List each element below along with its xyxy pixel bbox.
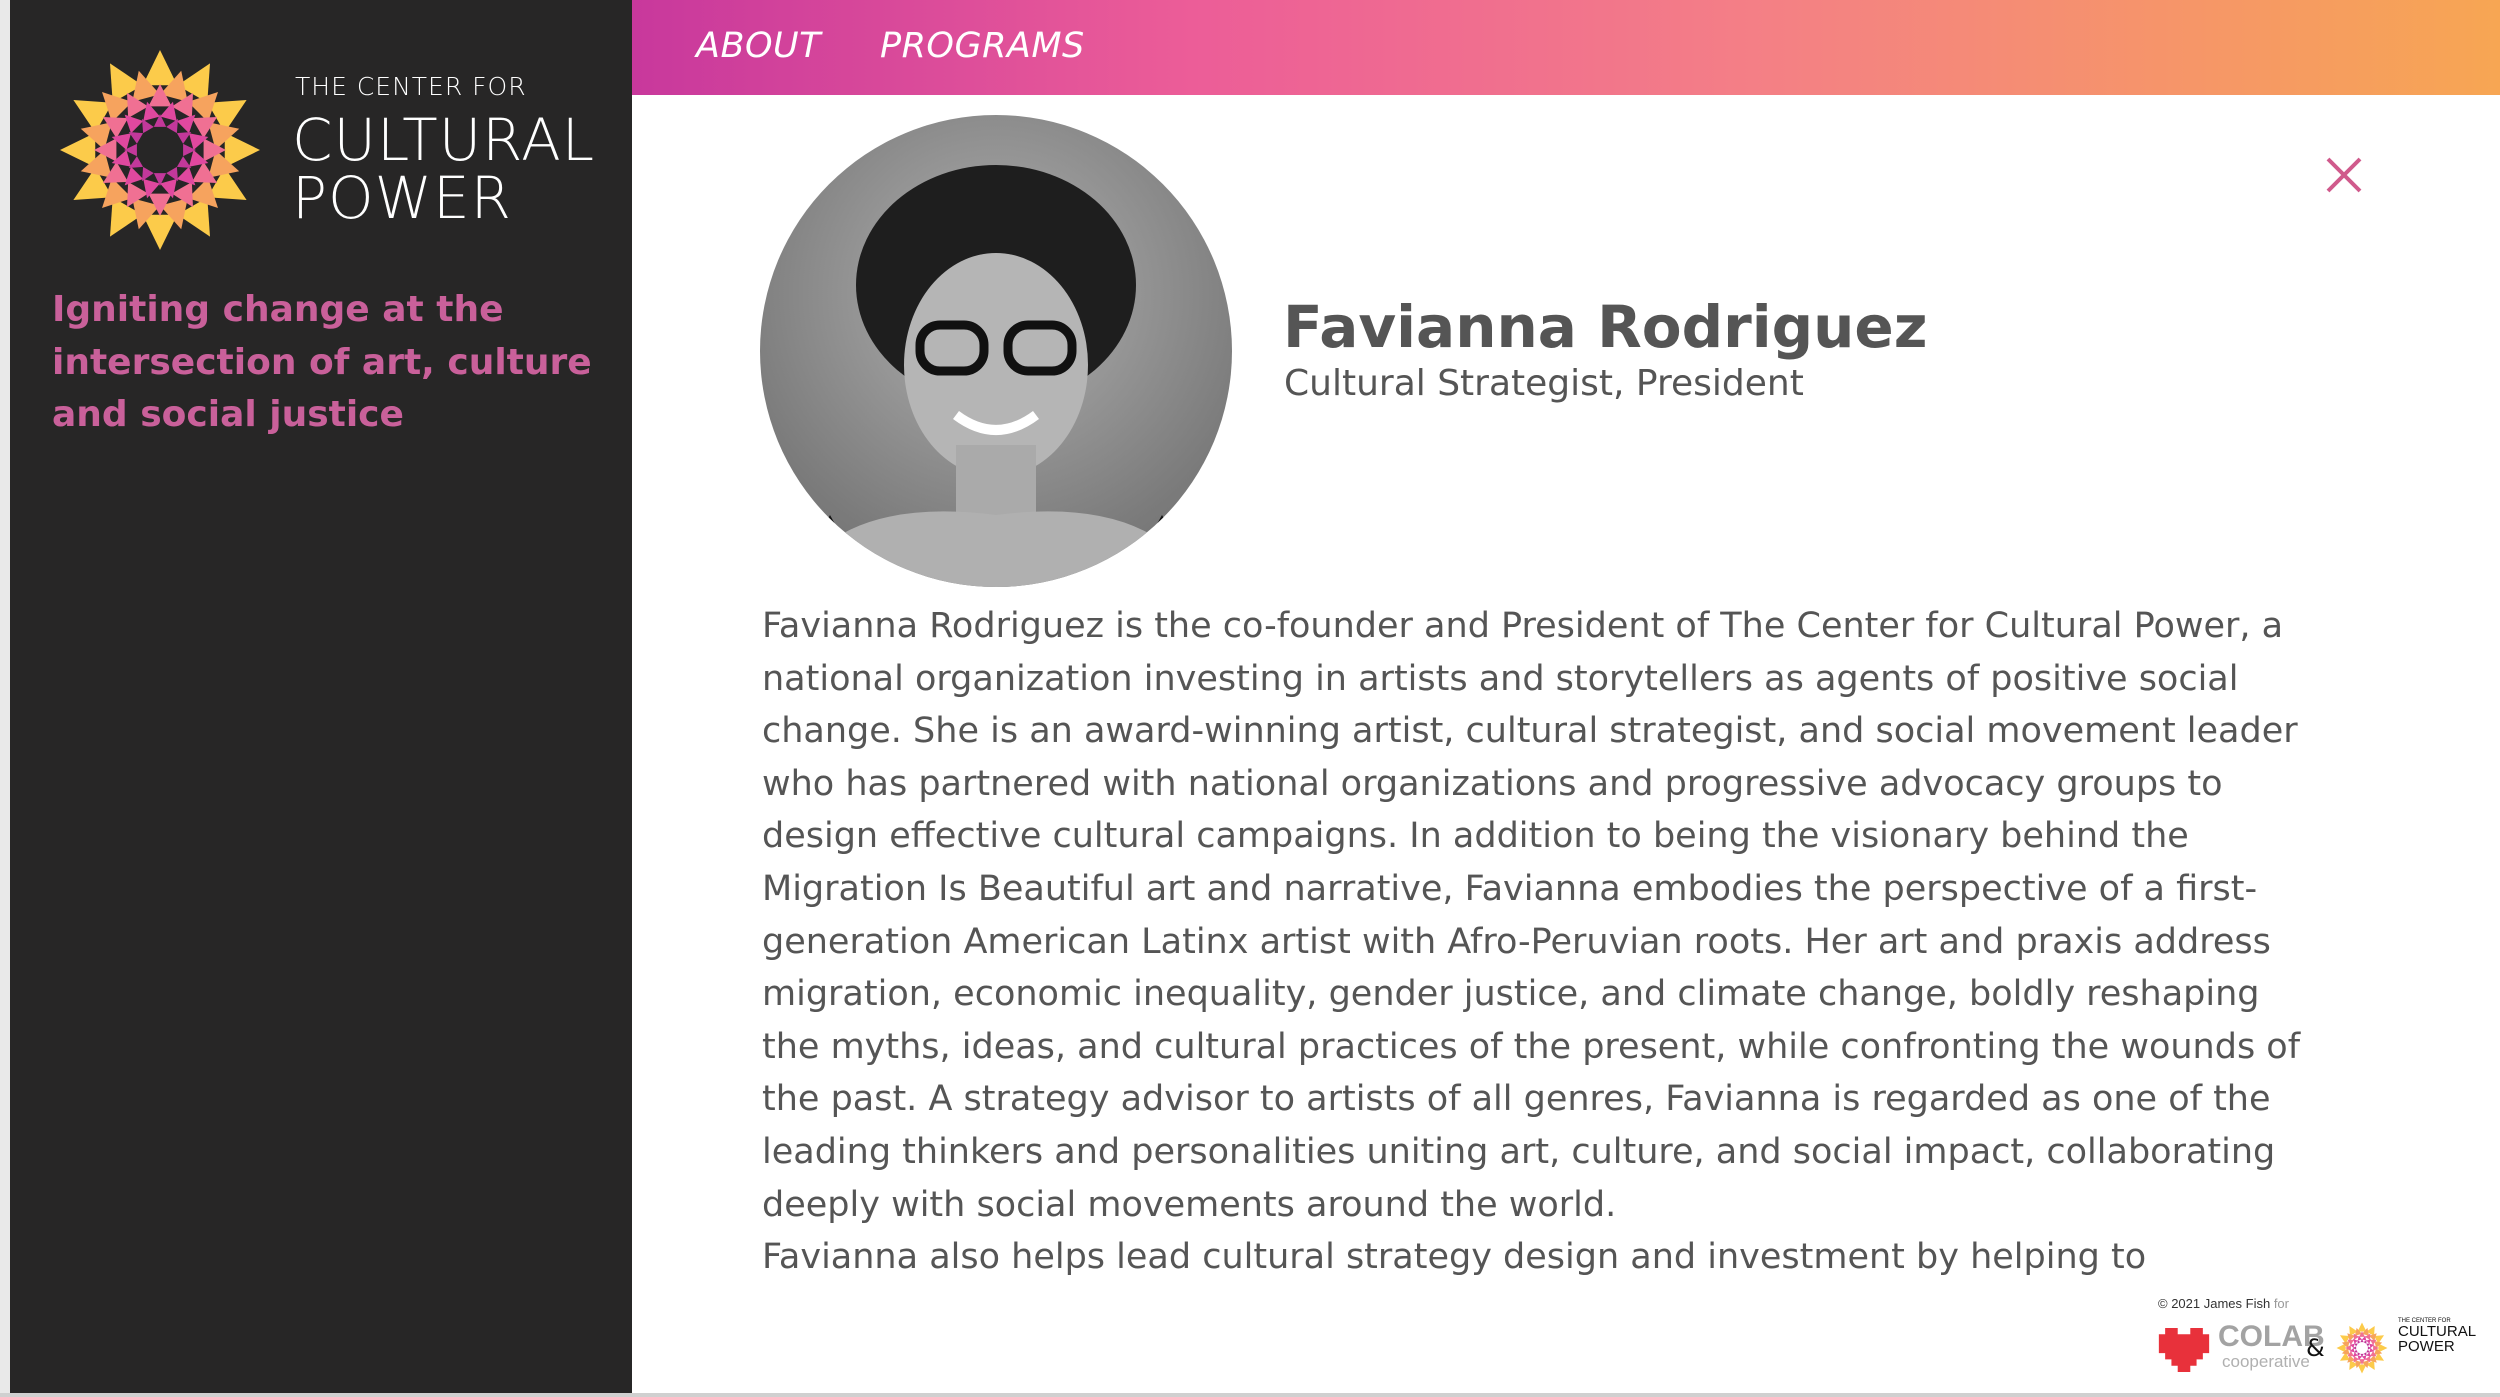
logo-petal (2357, 1322, 2367, 1332)
profile-bio: Favianna Rodriguez is the co-founder and… (762, 600, 2382, 1284)
credit-for: for (2273, 1296, 2289, 1311)
logo-petal (2363, 1352, 2367, 1356)
logo-petal (2336, 1343, 2346, 1353)
bio-line: migration, economic inequality, gender j… (762, 974, 2260, 1015)
bio-line: leading thinkers and personalities uniti… (762, 1131, 2276, 1172)
logo-petal (2366, 1349, 2370, 1353)
credit-copyright: © 2021 James Fish (2158, 1296, 2271, 1311)
logo-petal (142, 166, 154, 182)
mini-brand-3: POWER (2398, 1338, 2455, 1355)
logo-petal (2357, 1364, 2367, 1374)
logo-petal (166, 166, 178, 182)
logo-petal (124, 166, 144, 186)
brand-line-1: THE CENTER FOR (295, 72, 527, 101)
logo-petal (176, 132, 192, 144)
logo-petal (2357, 1352, 2361, 1356)
mini-brand-2: CULTURAL (2398, 1323, 2477, 1340)
logo-petal (2366, 1343, 2370, 1347)
bio-paragraph-2: Favianna also helps lead cultural strate… (762, 1237, 2147, 1278)
window-edge (0, 0, 10, 1397)
footer-credit[interactable]: © 2021 James Fish for COLAB cooperative … (2118, 1290, 2490, 1374)
logo-petal (2353, 1352, 2358, 1357)
logo-petal (2366, 1352, 2371, 1357)
logo-petal (2363, 1340, 2367, 1344)
profile-role: Cultural Strategist, President (1284, 363, 1804, 404)
logo-petal (224, 132, 260, 168)
logo-petal (60, 132, 96, 168)
nav-about[interactable]: ABOUT (696, 26, 821, 66)
bio-line: Favianna Rodriguez is the co-founder and… (762, 606, 2284, 646)
bio-line: Migration Is Beautiful art and narrative… (762, 868, 2258, 909)
logo-petal (142, 118, 154, 134)
bio-line: design effective cultural campaigns. In … (762, 816, 2189, 857)
logo-petal (128, 132, 144, 144)
logo-petal (142, 50, 178, 86)
top-nav: ABOUT PROGRAMS (632, 0, 2500, 95)
logo-petal (142, 214, 178, 250)
tagline: Igniting change at the intersection of a… (52, 289, 592, 435)
bio-line: the past. A strategy advisor to artists … (762, 1079, 2271, 1120)
logo-petal (176, 156, 192, 168)
bio-line: who has partnered with national organiza… (762, 763, 2223, 804)
logo-petal (2378, 1343, 2388, 1353)
nav-programs[interactable]: PROGRAMS (880, 26, 1085, 66)
logo-petal (2353, 1339, 2358, 1344)
heart-icon (2158, 1328, 2210, 1372)
logo-petal (2354, 1349, 2358, 1353)
logo-petal (2357, 1340, 2361, 1344)
mini-mandala-logo-icon (2336, 1322, 2388, 1374)
profile-panel: Favianna Rodriguez Cultural Strategist, … (632, 95, 2500, 1393)
bio-paragraph-1: Favianna Rodriguez is the co-founder and… (762, 600, 2382, 1231)
bio-line: deeply with social movements around the … (762, 1184, 1617, 1225)
logo-petal (176, 166, 196, 186)
close-icon[interactable] (2322, 153, 2366, 197)
bio-line: change. She is an award-winning artist, … (762, 711, 2298, 752)
sidebar: THE CENTER FOR CULTURAL POWER Igniting c… (10, 0, 632, 1393)
logo-petal (2366, 1339, 2371, 1344)
mandala-logo-icon[interactable] (50, 40, 270, 260)
bio-line: generation American Latinx artist with A… (762, 921, 2271, 962)
bio-line: the myths, ideas, and cultural practices… (762, 1026, 2301, 1067)
bio-line: national organization investing in artis… (762, 658, 2239, 699)
logo-petal (176, 114, 196, 134)
logo-petal (2354, 1343, 2358, 1347)
profile-name: Favianna Rodriguez (1283, 293, 1928, 361)
logo-petal (128, 156, 144, 168)
colab-cooperative: cooperative (2222, 1352, 2310, 1371)
bottom-border (0, 1393, 2500, 1397)
logo-petal (124, 114, 144, 134)
profile-photo (760, 115, 1232, 587)
logo-petal (166, 118, 178, 134)
ampersand: & (2306, 1334, 2325, 1362)
brand-line-3: POWER (292, 164, 512, 232)
